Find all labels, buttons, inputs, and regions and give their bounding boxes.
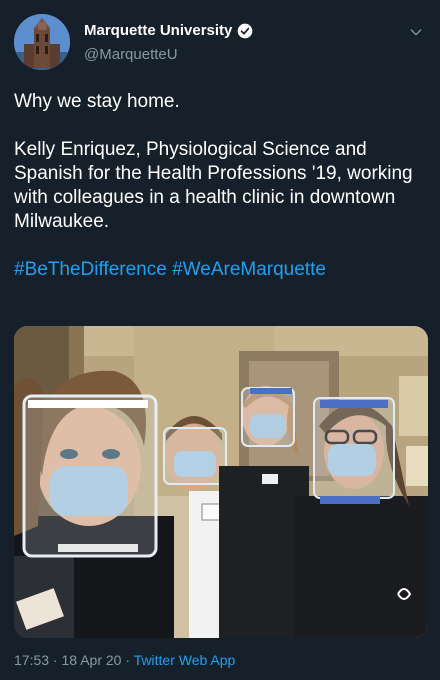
source-app-link[interactable]: Twitter Web App (134, 652, 236, 668)
tweet-text: Why we stay home. Kelly Enriquez, Physio… (14, 90, 426, 282)
tweet-date[interactable]: 18 Apr 20 (62, 652, 122, 668)
tweet-body: Kelly Enriquez, Physiological Science an… (14, 139, 413, 232)
separator: · (121, 652, 134, 668)
hashtag-link[interactable]: #BeTheDifference (14, 259, 167, 280)
author-handle[interactable]: @MarquetteU (84, 46, 178, 63)
photo-illustration (14, 326, 428, 638)
tweet-time[interactable]: 17:53 (14, 652, 49, 668)
hashtag-link[interactable]: #WeAreMarquette (172, 259, 326, 280)
author-name[interactable]: Marquette University (84, 22, 232, 39)
chevron-down-icon[interactable] (408, 24, 424, 40)
tweet-photo[interactable] (14, 326, 428, 638)
hashtags: #BeTheDifference #WeAreMarquette (14, 258, 426, 282)
author-row[interactable]: Marquette University (84, 22, 253, 39)
tweet-line: Why we stay home. (14, 91, 180, 112)
separator: · (49, 652, 62, 668)
tweet-footer: 17:53 · 18 Apr 20 · Twitter Web App (14, 652, 235, 668)
avatar[interactable] (14, 14, 70, 70)
verified-badge-icon (238, 23, 253, 38)
tweet-header: Marquette University @MarquetteU (14, 14, 426, 74)
